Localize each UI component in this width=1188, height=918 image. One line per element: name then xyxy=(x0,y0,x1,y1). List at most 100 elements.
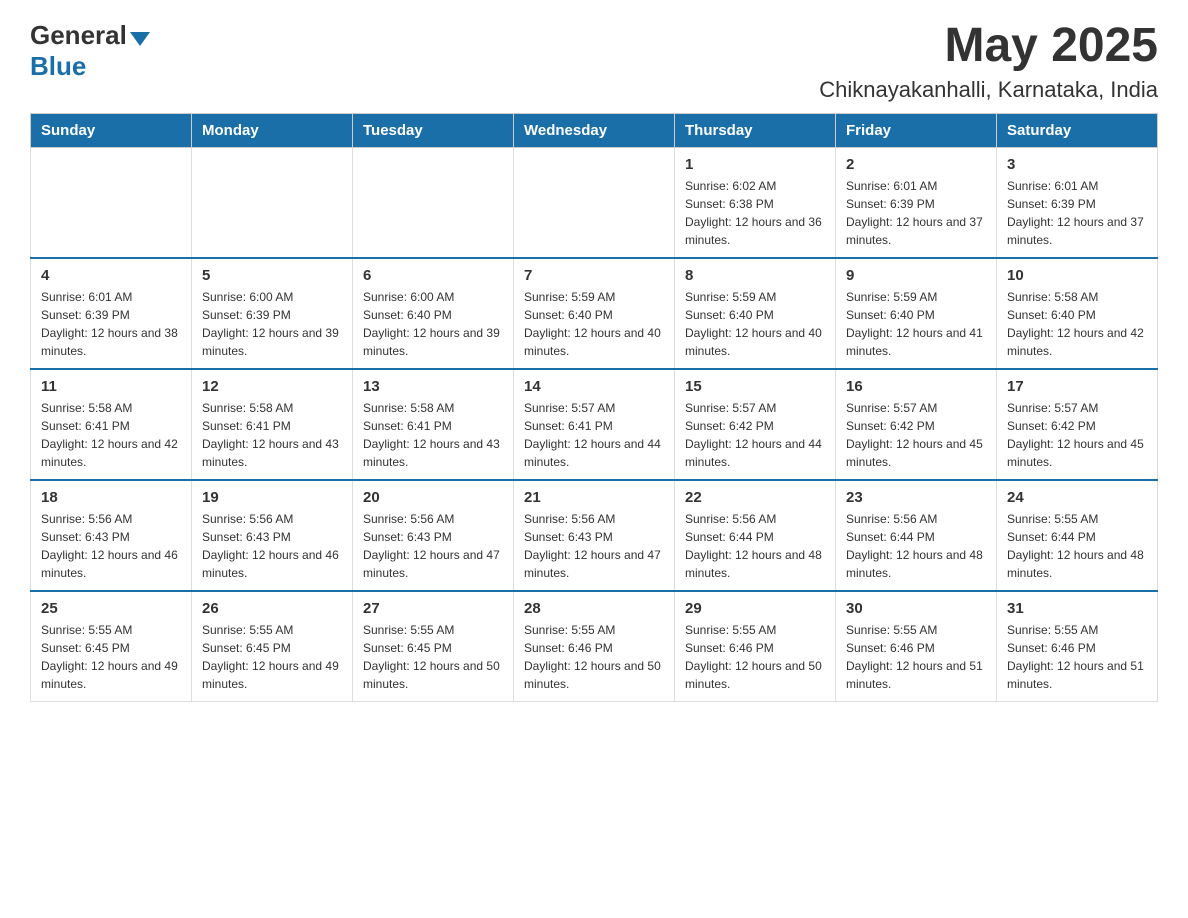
col-header-monday: Monday xyxy=(192,113,353,147)
day-number: 2 xyxy=(846,156,986,173)
day-number: 1 xyxy=(685,156,825,173)
day-number: 20 xyxy=(363,489,503,506)
calendar-cell: 31 Sunrise: 5:55 AMSunset: 6:46 PMDayligh… xyxy=(997,591,1158,702)
day-info: Sunrise: 5:55 AMSunset: 6:45 PMDaylight:… xyxy=(202,621,342,693)
calendar-cell: 11 Sunrise: 5:58 AMSunset: 6:41 PMDayligh… xyxy=(31,369,192,480)
day-info: Sunrise: 5:57 AMSunset: 6:42 PMDaylight:… xyxy=(685,399,825,471)
calendar-cell: 21 Sunrise: 5:56 AMSunset: 6:43 PMDayligh… xyxy=(514,480,675,591)
calendar-table: SundayMondayTuesdayWednesdayThursdayFrid… xyxy=(30,113,1158,702)
day-number: 30 xyxy=(846,600,986,617)
day-info: Sunrise: 5:58 AMSunset: 6:41 PMDaylight:… xyxy=(363,399,503,471)
day-number: 15 xyxy=(685,378,825,395)
day-info: Sunrise: 5:57 AMSunset: 6:42 PMDaylight:… xyxy=(1007,399,1147,471)
calendar-cell: 7 Sunrise: 5:59 AMSunset: 6:40 PMDaylight… xyxy=(514,258,675,369)
day-number: 28 xyxy=(524,600,664,617)
calendar-cell: 25 Sunrise: 5:55 AMSunset: 6:45 PMDayligh… xyxy=(31,591,192,702)
day-info: Sunrise: 5:55 AMSunset: 6:45 PMDaylight:… xyxy=(41,621,181,693)
day-number: 13 xyxy=(363,378,503,395)
day-info: Sunrise: 5:56 AMSunset: 6:43 PMDaylight:… xyxy=(41,510,181,582)
day-number: 27 xyxy=(363,600,503,617)
day-number: 14 xyxy=(524,378,664,395)
calendar-cell: 15 Sunrise: 5:57 AMSunset: 6:42 PMDayligh… xyxy=(675,369,836,480)
day-info: Sunrise: 6:01 AMSunset: 6:39 PMDaylight:… xyxy=(1007,177,1147,249)
day-info: Sunrise: 5:59 AMSunset: 6:40 PMDaylight:… xyxy=(524,288,664,360)
day-info: Sunrise: 6:02 AMSunset: 6:38 PMDaylight:… xyxy=(685,177,825,249)
day-number: 25 xyxy=(41,600,181,617)
day-info: Sunrise: 6:01 AMSunset: 6:39 PMDaylight:… xyxy=(41,288,181,360)
day-info: Sunrise: 5:58 AMSunset: 6:41 PMDaylight:… xyxy=(202,399,342,471)
day-number: 7 xyxy=(524,267,664,284)
day-info: Sunrise: 5:59 AMSunset: 6:40 PMDaylight:… xyxy=(846,288,986,360)
day-number: 19 xyxy=(202,489,342,506)
day-info: Sunrise: 5:58 AMSunset: 6:40 PMDaylight:… xyxy=(1007,288,1147,360)
calendar-cell: 2 Sunrise: 6:01 AMSunset: 6:39 PMDaylight… xyxy=(836,147,997,258)
calendar-cell xyxy=(514,147,675,258)
logo-general-text: General xyxy=(30,20,127,51)
day-number: 3 xyxy=(1007,156,1147,173)
page-header: General Blue May 2025 Chiknayakanhalli, … xyxy=(30,20,1158,103)
day-number: 8 xyxy=(685,267,825,284)
day-number: 21 xyxy=(524,489,664,506)
day-number: 18 xyxy=(41,489,181,506)
day-number: 6 xyxy=(363,267,503,284)
calendar-cell: 1 Sunrise: 6:02 AMSunset: 6:38 PMDaylight… xyxy=(675,147,836,258)
calendar-cell: 17Sunrise: 5:57 AMSunset: 6:42 PMDayligh… xyxy=(997,369,1158,480)
calendar-week-row: 1 Sunrise: 6:02 AMSunset: 6:38 PMDaylight… xyxy=(31,147,1158,258)
day-info: Sunrise: 5:56 AMSunset: 6:44 PMDaylight:… xyxy=(846,510,986,582)
day-number: 23 xyxy=(846,489,986,506)
calendar-cell: 16 Sunrise: 5:57 AMSunset: 6:42 PMDayligh… xyxy=(836,369,997,480)
calendar-cell xyxy=(31,147,192,258)
calendar-cell: 23 Sunrise: 5:56 AMSunset: 6:44 PMDayligh… xyxy=(836,480,997,591)
calendar-cell: 12Sunrise: 5:58 AMSunset: 6:41 PMDayligh… xyxy=(192,369,353,480)
day-info: Sunrise: 5:55 AMSunset: 6:44 PMDaylight:… xyxy=(1007,510,1147,582)
day-number: 16 xyxy=(846,378,986,395)
col-header-wednesday: Wednesday xyxy=(514,113,675,147)
day-info: Sunrise: 5:56 AMSunset: 6:43 PMDaylight:… xyxy=(202,510,342,582)
calendar-cell: 30 Sunrise: 5:55 AMSunset: 6:46 PMDayligh… xyxy=(836,591,997,702)
calendar-cell: 9 Sunrise: 5:59 AMSunset: 6:40 PMDaylight… xyxy=(836,258,997,369)
col-header-thursday: Thursday xyxy=(675,113,836,147)
day-info: Sunrise: 5:55 AMSunset: 6:46 PMDaylight:… xyxy=(685,621,825,693)
calendar-cell: 6Sunrise: 6:00 AMSunset: 6:40 PMDaylight… xyxy=(353,258,514,369)
calendar-week-row: 11 Sunrise: 5:58 AMSunset: 6:41 PMDayligh… xyxy=(31,369,1158,480)
day-info: Sunrise: 5:58 AMSunset: 6:41 PMDaylight:… xyxy=(41,399,181,471)
day-number: 26 xyxy=(202,600,342,617)
day-info: Sunrise: 5:56 AMSunset: 6:43 PMDaylight:… xyxy=(524,510,664,582)
calendar-cell: 5 Sunrise: 6:00 AMSunset: 6:39 PMDaylight… xyxy=(192,258,353,369)
calendar-cell: 24Sunrise: 5:55 AMSunset: 6:44 PMDayligh… xyxy=(997,480,1158,591)
day-info: Sunrise: 5:55 AMSunset: 6:46 PMDaylight:… xyxy=(524,621,664,693)
calendar-cell: 29Sunrise: 5:55 AMSunset: 6:46 PMDayligh… xyxy=(675,591,836,702)
col-header-tuesday: Tuesday xyxy=(353,113,514,147)
calendar-week-row: 25 Sunrise: 5:55 AMSunset: 6:45 PMDayligh… xyxy=(31,591,1158,702)
calendar-cell: 28 Sunrise: 5:55 AMSunset: 6:46 PMDayligh… xyxy=(514,591,675,702)
day-info: Sunrise: 6:01 AMSunset: 6:39 PMDaylight:… xyxy=(846,177,986,249)
day-info: Sunrise: 5:57 AMSunset: 6:41 PMDaylight:… xyxy=(524,399,664,471)
day-info: Sunrise: 5:55 AMSunset: 6:45 PMDaylight:… xyxy=(363,621,503,693)
calendar-cell: 14 Sunrise: 5:57 AMSunset: 6:41 PMDayligh… xyxy=(514,369,675,480)
col-header-saturday: Saturday xyxy=(997,113,1158,147)
calendar-cell: 13 Sunrise: 5:58 AMSunset: 6:41 PMDayligh… xyxy=(353,369,514,480)
calendar-header-row: SundayMondayTuesdayWednesdayThursdayFrid… xyxy=(31,113,1158,147)
calendar-cell xyxy=(353,147,514,258)
col-header-sunday: Sunday xyxy=(31,113,192,147)
calendar-cell xyxy=(192,147,353,258)
calendar-cell: 4 Sunrise: 6:01 AMSunset: 6:39 PMDaylight… xyxy=(31,258,192,369)
day-info: Sunrise: 5:55 AMSunset: 6:46 PMDaylight:… xyxy=(1007,621,1147,693)
calendar-cell: 26 Sunrise: 5:55 AMSunset: 6:45 PMDayligh… xyxy=(192,591,353,702)
day-number: 11 xyxy=(41,378,181,395)
calendar-week-row: 18 Sunrise: 5:56 AMSunset: 6:43 PMDayligh… xyxy=(31,480,1158,591)
day-number: 5 xyxy=(202,267,342,284)
logo-arrow-icon xyxy=(130,32,150,46)
col-header-friday: Friday xyxy=(836,113,997,147)
day-number: 9 xyxy=(846,267,986,284)
calendar-cell: 27 Sunrise: 5:55 AMSunset: 6:45 PMDayligh… xyxy=(353,591,514,702)
day-info: Sunrise: 5:57 AMSunset: 6:42 PMDaylight:… xyxy=(846,399,986,471)
title-block: May 2025 Chiknayakanhalli, Karnataka, In… xyxy=(819,20,1158,103)
calendar-cell: 8Sunrise: 5:59 AMSunset: 6:40 PMDaylight… xyxy=(675,258,836,369)
calendar-cell: 19 Sunrise: 5:56 AMSunset: 6:43 PMDayligh… xyxy=(192,480,353,591)
calendar-week-row: 4 Sunrise: 6:01 AMSunset: 6:39 PMDaylight… xyxy=(31,258,1158,369)
day-info: Sunrise: 6:00 AMSunset: 6:39 PMDaylight:… xyxy=(202,288,342,360)
day-info: Sunrise: 5:55 AMSunset: 6:46 PMDaylight:… xyxy=(846,621,986,693)
day-number: 4 xyxy=(41,267,181,284)
day-number: 31 xyxy=(1007,600,1147,617)
